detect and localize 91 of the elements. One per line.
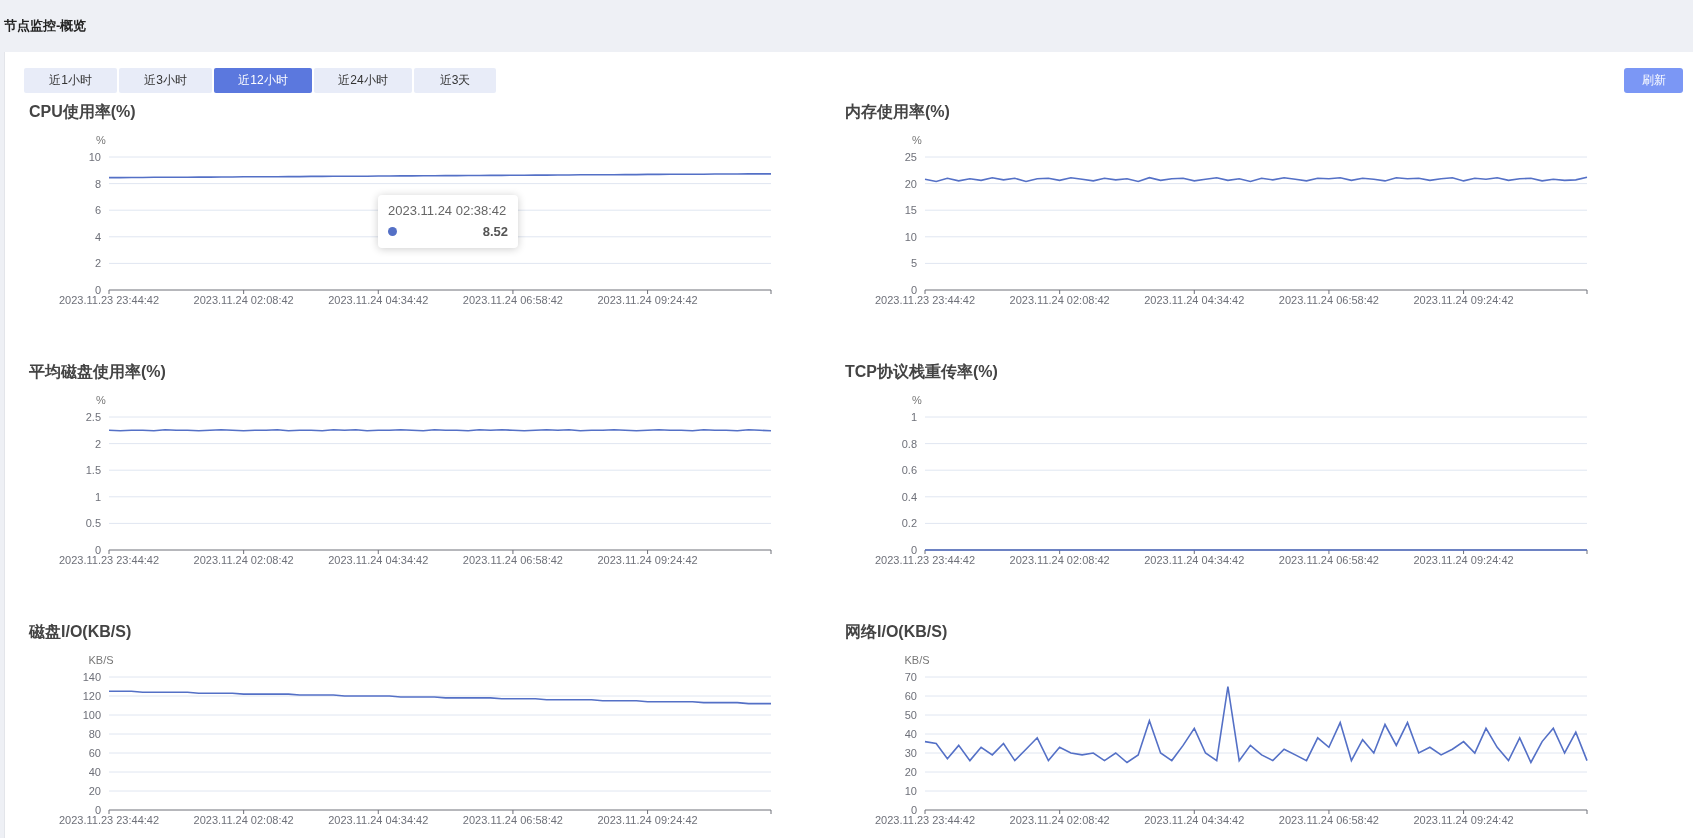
axis-label: 4 xyxy=(94,230,101,243)
axis-label: 0.2 xyxy=(901,517,917,530)
axis-label: 2023.11.24 04:34:42 xyxy=(328,294,429,306)
axis-label: 2023.11.24 04:34:42 xyxy=(328,814,429,826)
axis-label: 20 xyxy=(904,177,917,190)
axis-label: 2023.11.24 02:08:42 xyxy=(193,554,294,566)
axis-label: 2023.11.24 02:08:42 xyxy=(193,814,294,826)
axis-label: 2023.11.24 09:24:42 xyxy=(597,554,698,566)
time-range-tab[interactable]: 近3天 xyxy=(414,68,496,93)
axis-label: 140 xyxy=(82,671,101,683)
axis-unit-label: KB/S xyxy=(904,654,930,666)
axis-label: 2023.11.24 09:24:42 xyxy=(597,294,698,306)
axis-label: 40 xyxy=(904,728,917,740)
tooltip-value: 8.52 xyxy=(482,224,508,239)
axis-label: 60 xyxy=(88,747,101,759)
axis-label: 2023.11.24 09:24:42 xyxy=(1413,294,1514,306)
chart-title: TCP协议栈重传率(%) xyxy=(844,362,999,382)
axis-label: 0.6 xyxy=(901,464,917,477)
axis-label: 10 xyxy=(904,785,917,797)
axis-label: 2 xyxy=(94,437,101,450)
chart-title: CPU使用率(%) xyxy=(28,102,137,122)
axis-label: 0 xyxy=(94,804,101,816)
axis-label: 2023.11.23 23:44:42 xyxy=(58,294,160,306)
axis-unit-label: % xyxy=(912,134,922,146)
chart-title: 磁盘I/O(KB/S) xyxy=(28,622,133,642)
time-range-tab[interactable]: 近3小时 xyxy=(119,68,212,93)
axis-label: 0.4 xyxy=(901,490,917,503)
axis-label: 100 xyxy=(82,709,101,721)
axis-label: 2023.11.23 23:44:42 xyxy=(874,554,976,566)
axis-unit-label: % xyxy=(96,134,106,146)
axis-label: 2023.11.24 02:08:42 xyxy=(1009,294,1110,306)
axis-label: 1.5 xyxy=(85,464,101,477)
axis-label: 2023.11.24 09:24:42 xyxy=(1413,814,1514,826)
axis-label: 2023.11.24 06:58:42 xyxy=(1278,814,1379,826)
chart-title: 平均磁盘使用率(%) xyxy=(28,362,167,382)
axis-label: 2023.11.24 06:58:42 xyxy=(462,294,563,306)
axis-label: 2023.11.24 04:34:42 xyxy=(328,554,429,566)
series-dot-icon xyxy=(388,227,397,236)
axis-label: 40 xyxy=(88,766,101,778)
time-range-tab[interactable]: 近12小时 xyxy=(214,68,312,93)
axis-label: 20 xyxy=(88,785,101,797)
time-range-tab[interactable]: 近24小时 xyxy=(314,68,412,93)
axis-label: 2023.11.24 02:08:42 xyxy=(1009,814,1110,826)
axis-label: 0 xyxy=(910,804,917,816)
axis-label: 25 xyxy=(904,151,917,163)
axis-label: 2023.11.24 04:34:42 xyxy=(1144,814,1245,826)
axis-label: 30 xyxy=(904,747,917,759)
axis-label: 10 xyxy=(88,151,101,163)
axis-label: 10 xyxy=(904,230,917,243)
axis-label: 2.5 xyxy=(85,411,101,423)
axis-unit-label: % xyxy=(912,394,922,406)
axis-label: 2023.11.24 02:08:42 xyxy=(193,294,294,306)
time-range-tab[interactable]: 近1小时 xyxy=(24,68,117,93)
axis-label: 70 xyxy=(904,671,917,683)
axis-label: 2023.11.24 06:58:42 xyxy=(1278,554,1379,566)
axis-label: 15 xyxy=(904,204,917,217)
axis-label: 0.5 xyxy=(85,517,101,530)
axis-label: 8 xyxy=(94,177,101,190)
axis-label: 0 xyxy=(94,544,101,556)
axis-label: 2 xyxy=(94,257,101,270)
axis-label: 0.8 xyxy=(901,437,917,450)
axis-label: 2023.11.24 06:58:42 xyxy=(462,814,563,826)
axis-label: 2023.11.23 23:44:42 xyxy=(58,814,160,826)
axis-label: 2023.11.24 04:34:42 xyxy=(1144,294,1245,306)
axis-label: 120 xyxy=(82,690,101,702)
page-title: 节点监控-概览 xyxy=(4,17,87,35)
axis-label: 1 xyxy=(910,411,917,423)
axis-unit-label: % xyxy=(96,394,106,406)
tooltip-time: 2023.11.24 02:38:42 xyxy=(388,203,508,218)
axis-unit-label: KB/S xyxy=(88,654,114,666)
axis-label: 0 xyxy=(910,544,917,556)
axis-label: 5 xyxy=(910,257,917,270)
chart-title: 内存使用率(%) xyxy=(844,102,951,122)
axis-label: 50 xyxy=(904,709,917,721)
axis-label: 2023.11.24 06:58:42 xyxy=(462,554,563,566)
axis-label: 2023.11.24 06:58:42 xyxy=(1278,294,1379,306)
axis-label: 2023.11.23 23:44:42 xyxy=(874,814,976,826)
axis-label: 20 xyxy=(904,766,917,778)
axis-label: 2023.11.23 23:44:42 xyxy=(874,294,976,306)
axis-label: 2023.11.24 02:08:42 xyxy=(1009,554,1110,566)
axis-label: 1 xyxy=(94,490,101,503)
axis-label: 2023.11.24 09:24:42 xyxy=(597,814,698,826)
axis-label: 0 xyxy=(94,284,101,296)
axis-label: 60 xyxy=(904,690,917,702)
chart-title: 网络I/O(KB/S) xyxy=(844,622,949,642)
axis-label: 0 xyxy=(910,284,917,296)
axis-label: 2023.11.24 09:24:42 xyxy=(1413,554,1514,566)
axis-label: 2023.11.24 04:34:42 xyxy=(1144,554,1245,566)
axis-label: 2023.11.23 23:44:42 xyxy=(58,554,160,566)
axis-label: 6 xyxy=(94,204,101,217)
axis-label: 80 xyxy=(88,728,101,740)
